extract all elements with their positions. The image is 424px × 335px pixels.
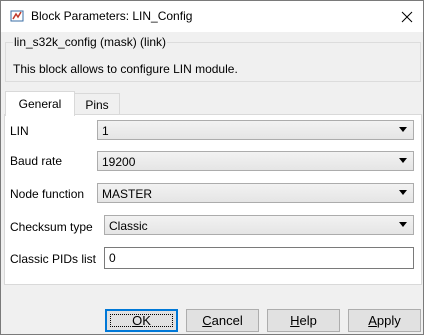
mask-description: This block allows to configure LIN modul… — [13, 62, 238, 76]
baud-rate-select[interactable]: 19200 — [97, 151, 414, 171]
checksum-type-select[interactable]: Classic — [104, 215, 414, 235]
lin-select[interactable]: 1 — [97, 120, 414, 140]
block-parameters-dialog: Block Parameters: LIN_Config lin_s32k_co… — [0, 0, 424, 335]
help-button-mnemonic: H — [290, 313, 300, 328]
help-button[interactable]: Help — [267, 309, 340, 332]
ok-button[interactable]: OK — [105, 309, 178, 332]
tab-general[interactable]: General — [5, 91, 75, 116]
lin-label: LIN — [10, 124, 29, 138]
close-button[interactable] — [393, 3, 421, 30]
tab-general-label: General — [18, 97, 62, 111]
node-function-value: MASTER — [102, 187, 153, 201]
classic-pids-input[interactable] — [104, 247, 414, 269]
cancel-button-mnemonic: C — [202, 313, 212, 328]
baud-rate-value: 19200 — [102, 155, 136, 169]
chevron-down-icon — [399, 190, 407, 195]
node-function-label: Node function — [10, 187, 85, 201]
apply-button-mnemonic: A — [368, 313, 377, 328]
tab-pins[interactable]: Pins — [74, 93, 120, 115]
checksum-type-label: Checksum type — [10, 220, 93, 234]
focus-rect — [110, 314, 173, 327]
mask-legend: lin_s32k_config (mask) (link) — [13, 35, 168, 49]
apply-button[interactable]: Apply — [348, 309, 421, 332]
checksum-type-value: Classic — [109, 219, 148, 233]
cancel-button-label: ancel — [211, 313, 243, 328]
chevron-down-icon — [399, 222, 407, 227]
chevron-down-icon — [399, 158, 407, 163]
cancel-button[interactable]: Cancel — [186, 309, 259, 332]
chevron-down-icon — [399, 127, 407, 132]
title-bar[interactable]: Block Parameters: LIN_Config — [1, 1, 423, 32]
close-icon — [401, 11, 413, 22]
tab-strip: General Pins — [5, 91, 419, 116]
window-title: Block Parameters: LIN_Config — [31, 9, 193, 23]
node-function-select[interactable]: MASTER — [97, 183, 414, 203]
matlab-icon — [10, 10, 24, 22]
lin-value: 1 — [102, 124, 109, 138]
apply-button-label: pply — [376, 313, 401, 328]
tab-pins-label: Pins — [85, 97, 109, 112]
help-button-label: elp — [299, 313, 317, 328]
classic-pids-label: Classic PIDs list — [10, 252, 97, 266]
baud-rate-label: Baud rate — [10, 154, 63, 168]
